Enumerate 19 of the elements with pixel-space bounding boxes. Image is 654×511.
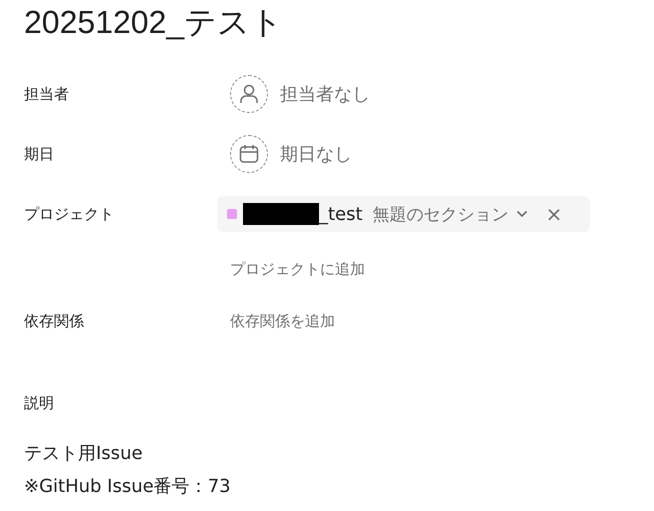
field-label: 依存関係 xyxy=(24,312,85,330)
due-date-picker[interactable]: 期日なし xyxy=(230,135,352,173)
person-icon xyxy=(238,83,260,105)
field-label: 説明 xyxy=(24,394,54,413)
field-label: 期日 xyxy=(24,144,55,164)
project-chip[interactable]: _test 無題のセクション × xyxy=(217,196,590,232)
field-label: プロジェクト xyxy=(24,204,115,224)
assignee-picker[interactable]: 担当者なし xyxy=(230,75,370,113)
add-dependency-button[interactable]: 依存関係を追加 xyxy=(230,312,335,330)
description-text[interactable]: テスト用Issue xyxy=(24,437,143,470)
chevron-down-icon xyxy=(516,210,528,218)
task-title[interactable]: 20251202_テスト xyxy=(24,0,284,44)
calendar-icon xyxy=(238,143,260,165)
field-label: 担当者 xyxy=(24,84,70,104)
section-name[interactable]: 無題のセクション xyxy=(372,202,509,226)
description-text[interactable]: ※GitHub Issue番号：73 xyxy=(24,470,231,503)
remove-button[interactable]: × xyxy=(542,204,566,224)
add-project-button[interactable]: プロジェクトに追加 xyxy=(230,260,365,278)
project-name[interactable]: _test xyxy=(319,204,363,224)
